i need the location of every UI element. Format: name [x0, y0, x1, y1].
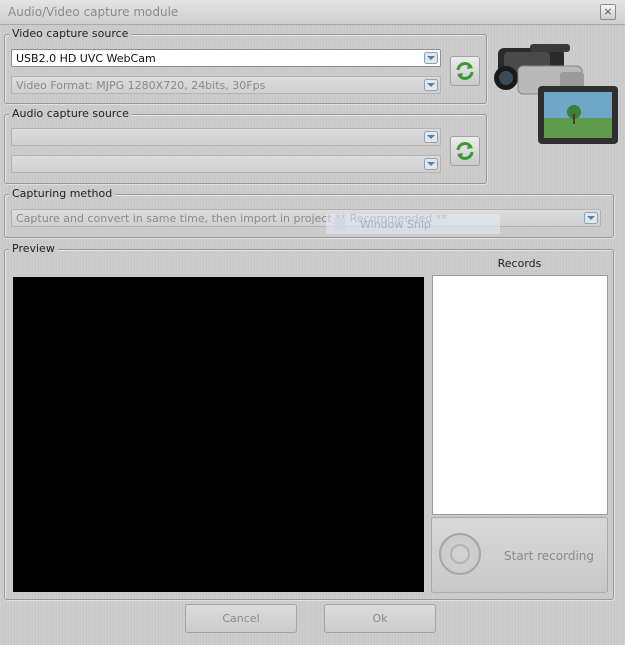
audio-refresh-button[interactable]: [450, 136, 480, 166]
chevron-down-icon: [424, 158, 438, 170]
video-format-value: Video Format: MJPG 1280X720, 24bits, 30F…: [16, 79, 266, 92]
audio-device-select[interactable]: [11, 128, 441, 146]
refresh-icon: [456, 142, 474, 160]
records-list[interactable]: [432, 275, 608, 515]
audio-source-legend: Audio capture source: [9, 107, 132, 120]
video-device-select[interactable]: USB2.0 HD UVC WebCam: [11, 49, 441, 67]
preview-video-area: [13, 277, 424, 592]
refresh-icon: [456, 62, 474, 80]
chevron-down-icon: [424, 79, 438, 91]
video-device-value: USB2.0 HD UVC WebCam: [16, 52, 156, 65]
title-bar: Audio/Video capture module ×: [0, 0, 625, 25]
capturing-method-select[interactable]: Capture and convert in same time, then i…: [11, 209, 601, 227]
chevron-down-icon: [424, 131, 438, 143]
ok-button[interactable]: Ok: [324, 604, 436, 633]
audio-source-group: Audio capture source: [4, 107, 487, 184]
audio-format-select[interactable]: [11, 155, 441, 173]
records-label: Records: [497, 257, 542, 270]
video-source-legend: Video capture source: [9, 27, 132, 40]
chevron-down-icon: [424, 52, 438, 64]
start-recording-button[interactable]: Start recording: [431, 517, 608, 593]
close-icon[interactable]: ×: [600, 4, 616, 20]
window-snip-overlay: Window Snip: [326, 214, 500, 234]
preview-legend: Preview: [9, 242, 58, 255]
video-camera-icon: [494, 44, 618, 144]
snip-icon: [334, 218, 346, 230]
cancel-button[interactable]: Cancel: [185, 604, 297, 633]
window-title: Audio/Video capture module: [8, 5, 179, 19]
start-recording-label: Start recording: [504, 549, 595, 563]
chevron-down-icon: [584, 212, 598, 224]
video-refresh-button[interactable]: [450, 56, 480, 86]
capturing-method-legend: Capturing method: [9, 187, 116, 200]
video-format-select[interactable]: Video Format: MJPG 1280X720, 24bits, 30F…: [11, 76, 441, 94]
window-snip-label: Window Snip: [360, 218, 431, 231]
record-icon: [439, 533, 481, 575]
